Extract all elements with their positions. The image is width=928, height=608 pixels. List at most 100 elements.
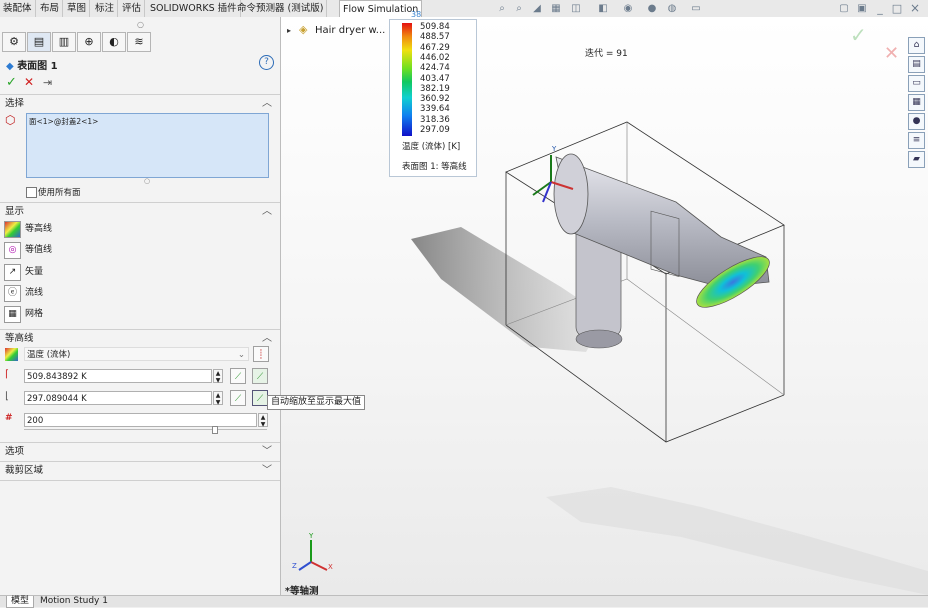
graphics-area[interactable]: ▸ ◈ Hair dryer w... 38 509.84 488.57 467.2… (281, 10, 928, 597)
adjust-max-button[interactable]: ⟋ (230, 368, 246, 384)
scene-icon[interactable]: ◍ (666, 3, 678, 14)
flow-analysis-tab-icon[interactable]: ≋ (127, 32, 151, 52)
display-manager-tab-icon[interactable]: ◐ (102, 32, 126, 52)
contours-icon[interactable] (4, 221, 21, 238)
section-selection-header[interactable]: 选择 ︿ (0, 97, 280, 111)
auto-scale-max-button[interactable]: ⟋ (252, 368, 268, 384)
tab-layout[interactable]: 布局 (37, 0, 64, 17)
adjust-min-button[interactable]: ⟋ (230, 390, 246, 406)
previous-view-icon[interactable]: ◢ (531, 3, 543, 14)
selection-list[interactable]: 面<1>@封盖2<1> (26, 113, 269, 178)
zoom-to-fit-icon[interactable]: ⌕ (496, 3, 508, 14)
dimxpert-tab-icon[interactable]: ⊕ (77, 32, 101, 52)
chevron-up-icon: ︿ (262, 98, 272, 109)
tile-icon[interactable]: ▢ (838, 3, 850, 14)
ok-button[interactable]: ✓ (6, 75, 17, 90)
divider (0, 480, 280, 481)
section-display-header[interactable]: 显示 ︿ (0, 205, 280, 219)
tab-command-predictor[interactable]: 命令预测器 (测试版) (234, 0, 328, 17)
bottom-tabs: 模型 Motion Study 1 (0, 595, 928, 608)
max-value-input[interactable]: 509.843892 K (24, 369, 212, 383)
collapse-handle-icon[interactable]: ○ (137, 20, 144, 29)
mesh-icon[interactable]: ▦ (4, 306, 21, 323)
levels-input[interactable]: 200 (24, 413, 257, 427)
forum-icon[interactable]: ▰ (908, 151, 925, 168)
face-selection-icon: ⬡ (5, 113, 16, 127)
min-value-icon: ⌊ (5, 391, 9, 402)
property-manager: ○ ⚙ ▤ ▥ ⊕ ◐ ≋ ◆ 表面图 1 ? ✓ ✕ ⇥ 选择 ︿ ⬡ 面<1… (0, 17, 281, 595)
levels-spinner[interactable]: ▲ ▼ (258, 413, 268, 428)
levels-slider-thumb[interactable] (212, 426, 218, 434)
configuration-manager-tab-icon[interactable]: ▥ (52, 32, 76, 52)
appearance-icon[interactable]: ● (646, 3, 658, 14)
tab-model[interactable]: 模型 (6, 596, 35, 608)
model-view[interactable]: Y (281, 17, 928, 595)
max-value-icon: ⌈ (5, 369, 9, 380)
use-all-faces-checkbox[interactable] (26, 187, 37, 198)
display-mesh-label[interactable]: 网格 (25, 305, 43, 323)
section-clip-region-header[interactable]: 裁剪区域 ﹀ (0, 464, 280, 478)
chevron-up-icon: ︿ (262, 333, 272, 344)
max-value-spinner[interactable]: ▲ ▼ (213, 369, 223, 384)
tab-solidworks-addins[interactable]: SOLIDWORKS 插件 (147, 0, 241, 17)
cancel-button[interactable]: ✕ (24, 75, 34, 89)
feature-manager-tab-icon[interactable]: ⚙ (2, 32, 26, 52)
design-library-icon[interactable]: ▤ (908, 56, 925, 73)
display-style-icon[interactable]: ◧ (597, 3, 609, 14)
section-contours-header[interactable]: 等高线 ︿ (0, 332, 280, 346)
display-streamlines-label[interactable]: 流线 (25, 284, 43, 302)
section-view-icon[interactable]: ▦ (550, 3, 562, 14)
min-value-input[interactable]: 297.089044 K (24, 391, 212, 405)
split-icon[interactable]: ▣ (856, 3, 868, 14)
hide-show-icon[interactable]: ◉ (622, 3, 634, 14)
appearances-icon[interactable]: ● (908, 113, 925, 130)
command-manager-tabs: 装配体 布局 草图 标注 评估 SOLIDWORKS 插件 命令预测器 (测试版… (0, 0, 928, 18)
chevron-up-icon: ︿ (262, 206, 272, 217)
tab-flow-simulation[interactable]: Flow Simulation (339, 0, 423, 18)
parameter-select[interactable]: 温度 (流体) ⌄ (24, 347, 249, 361)
tab-markup[interactable]: 标注 (92, 0, 119, 17)
vectors-icon[interactable]: ↗ (4, 264, 21, 281)
file-explorer-icon[interactable]: ▭ (908, 75, 925, 92)
home-icon[interactable]: ⌂ (908, 37, 925, 54)
restore-button[interactable]: □ (891, 3, 903, 14)
zoom-area-icon[interactable]: ⌕ (513, 3, 525, 14)
close-window-button[interactable]: × (909, 2, 921, 14)
auto-scale-min-button[interactable]: ⟋ (252, 390, 268, 406)
surface-plot-icon: ◆ (6, 61, 14, 72)
chevron-down-icon: ⌄ (237, 350, 245, 360)
property-manager-tab-icon[interactable]: ▤ (27, 32, 51, 52)
custom-properties-icon[interactable]: ≡ (908, 132, 925, 149)
isolines-icon[interactable]: ◎ (4, 242, 21, 259)
view-palette-icon[interactable]: ▦ (908, 94, 925, 111)
view-triad[interactable]: Y X Z (291, 532, 336, 577)
tab-motion-study[interactable]: Motion Study 1 (36, 596, 112, 607)
display-contours-label[interactable]: 等高线 (25, 220, 52, 238)
triad-x-label: X (328, 563, 333, 571)
display-vectors-label[interactable]: 矢量 (25, 263, 43, 281)
palette-settings-button[interactable]: ┊ (253, 346, 269, 362)
parameter-colormap-icon (5, 348, 18, 361)
divider (0, 94, 280, 95)
selected-face-item[interactable]: 面<1>@封盖2<1> (29, 116, 98, 127)
tab-assembly[interactable]: 装配体 (0, 0, 36, 17)
resize-handle-icon[interactable]: ○ (144, 177, 150, 185)
display-settings-icon[interactable]: ▭ (690, 3, 702, 14)
triad-z-label: Z (292, 562, 297, 570)
auto-scale-tooltip: 自动缩放至显示最大值 (267, 395, 366, 410)
minimize-button[interactable]: _ (874, 3, 886, 14)
section-options-header[interactable]: 选项 ﹀ (0, 445, 280, 459)
tab-sketch[interactable]: 草图 (64, 0, 91, 17)
divider (0, 442, 280, 443)
help-button[interactable]: ? (259, 55, 274, 70)
streamlines-icon[interactable]: ⓔ (4, 285, 21, 302)
min-value-spinner[interactable]: ▲ ▼ (213, 391, 223, 406)
panel-title: ◆ 表面图 1 (6, 61, 58, 72)
display-isolines-label[interactable]: 等值线 (25, 241, 52, 259)
view-orientation-icon[interactable]: ◫ (570, 3, 582, 14)
levels-slider-track[interactable] (24, 429, 267, 430)
pin-icon[interactable]: ⇥ (43, 76, 52, 89)
triad-y-label: Y (308, 532, 314, 540)
chevron-down-icon: ﹀ (262, 465, 272, 476)
tab-evaluate[interactable]: 评估 (119, 0, 146, 17)
